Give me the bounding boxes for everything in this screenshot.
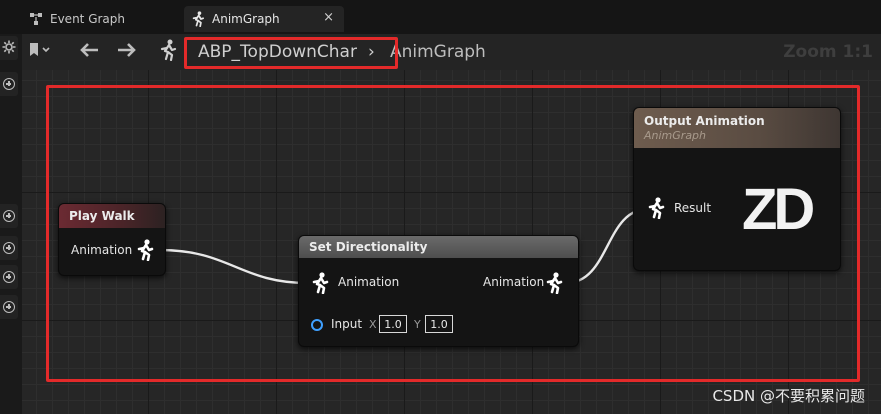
tab-bar: Event Graph AnimGraph ×	[0, 0, 881, 34]
tab-event-graph-label: Event Graph	[50, 12, 125, 26]
zoom-level: Zoom 1:1	[783, 42, 873, 62]
gear-icon	[2, 39, 16, 58]
add-button-4[interactable]	[0, 265, 18, 289]
breadcrumb-highlight-box	[184, 37, 398, 69]
add-button-1[interactable]	[0, 72, 18, 96]
graph-toolbar: ABP_TopDownChar › AnimGraph Zoom 1:1	[22, 34, 881, 70]
breadcrumb-current[interactable]: AnimGraph	[390, 34, 486, 70]
forward-button[interactable]	[116, 34, 138, 70]
arrow-right-icon	[116, 42, 138, 62]
running-man-icon	[158, 39, 178, 65]
plus-circle-icon	[3, 301, 15, 313]
bookmark-dropdown[interactable]	[28, 34, 52, 70]
plus-circle-icon	[3, 78, 15, 90]
tab-animgraph-label: AnimGraph	[212, 12, 280, 26]
tab-animgraph[interactable]: AnimGraph ×	[184, 6, 344, 32]
graph-highlight-box	[46, 85, 860, 382]
add-button-5[interactable]	[0, 295, 18, 319]
left-tool-strip	[0, 34, 22, 414]
settings-button[interactable]	[0, 36, 18, 60]
breadcrumb-anim-icon	[158, 34, 178, 70]
add-button-2[interactable]	[0, 204, 18, 228]
plus-circle-icon	[3, 242, 15, 254]
event-graph-icon	[28, 11, 44, 27]
plus-circle-icon	[3, 210, 15, 222]
tab-event-graph[interactable]: Event Graph	[22, 6, 182, 32]
add-button-3[interactable]	[0, 236, 18, 260]
plus-circle-icon	[3, 271, 15, 283]
bookmark-icon	[28, 42, 52, 62]
csdn-watermark: CSDN @不要积累问题	[712, 387, 865, 405]
running-man-icon	[190, 11, 206, 27]
close-icon[interactable]: ×	[323, 10, 334, 25]
arrow-left-icon	[78, 42, 100, 62]
back-button[interactable]	[78, 34, 100, 70]
